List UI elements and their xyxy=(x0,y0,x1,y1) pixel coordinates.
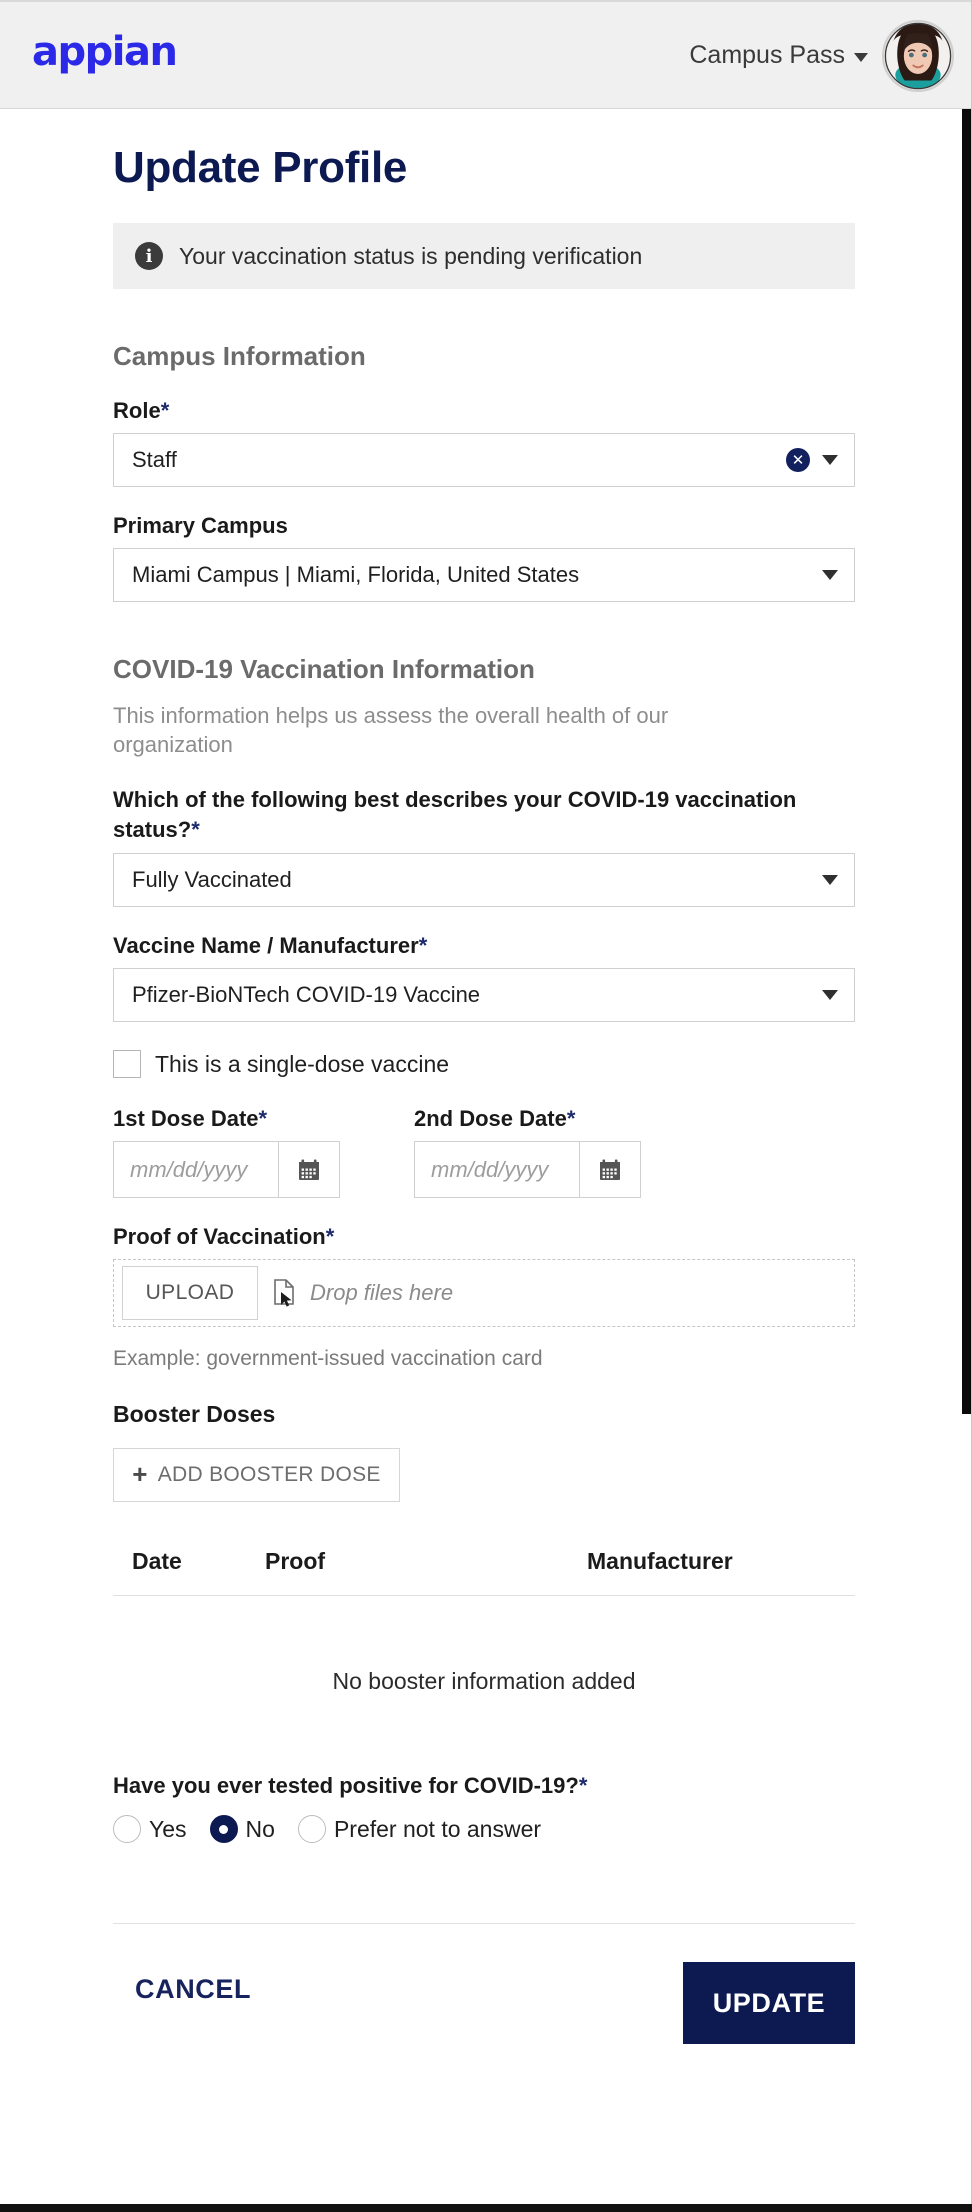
page-title: Update Profile xyxy=(113,143,408,192)
booster-col-date: Date xyxy=(132,1548,182,1575)
vaccination-status-label-text: Which of the following best describes yo… xyxy=(113,787,797,842)
role-value: Staff xyxy=(132,447,177,472)
vaccine-name-required-marker: * xyxy=(418,933,428,959)
role-label-text: Role xyxy=(113,398,161,423)
clear-x-icon[interactable]: ✕ xyxy=(786,448,810,472)
second-dose-date-input[interactable]: mm/dd/yyyy xyxy=(414,1141,579,1199)
calendar-icon xyxy=(299,1159,319,1180)
first-dose-date-input[interactable]: mm/dd/yyyy xyxy=(113,1141,278,1199)
booster-doses-label: Booster Doses xyxy=(113,1401,276,1428)
upload-button[interactable]: UPLOAD xyxy=(122,1266,258,1321)
role-label: Role* xyxy=(113,398,959,424)
drop-hint: Drop files here xyxy=(272,1279,454,1308)
radio-option-yes[interactable]: Yes xyxy=(113,1815,187,1844)
booster-table-header: Date Proof Manufacturer xyxy=(113,1548,855,1597)
file-drop-zone[interactable]: UPLOAD Drop files here xyxy=(113,1259,855,1328)
proof-example-note: Example: government-issued vaccination c… xyxy=(113,1347,543,1371)
tested-positive-label-text: Have you ever tested positive for COVID-… xyxy=(113,1773,579,1799)
chevron-down-icon xyxy=(822,990,838,1001)
single-dose-checkbox[interactable] xyxy=(113,1050,141,1079)
first-dose-date-label-text: 1st Dose Date xyxy=(113,1106,259,1132)
add-booster-dose-label: ADD BOOSTER DOSE xyxy=(157,1463,381,1487)
add-booster-dose-button[interactable]: + ADD BOOSTER DOSE xyxy=(113,1448,400,1503)
booster-col-manufacturer: Manufacturer xyxy=(587,1548,733,1575)
vaccination-status-value: Fully Vaccinated xyxy=(132,867,292,893)
booster-table-empty-message: No booster information added xyxy=(332,1668,636,1695)
drop-files-text: Drop files here xyxy=(310,1280,454,1306)
primary-campus-value: Miami Campus | Miami, Florida, United St… xyxy=(132,562,580,587)
proof-of-vaccination-label-text: Proof of Vaccination xyxy=(113,1224,326,1250)
first-dose-date-group: 1st Dose Date* mm/dd/yyyy xyxy=(113,1106,340,1199)
update-button[interactable]: UPDATE xyxy=(683,1962,855,2045)
vaccine-name-label-text: Vaccine Name / Manufacturer xyxy=(113,933,419,959)
vaccine-name-dropdown[interactable]: Pfizer-BioNTech COVID-19 Vaccine xyxy=(113,968,855,1023)
avatar[interactable] xyxy=(882,19,954,92)
chevron-down-icon xyxy=(822,875,838,886)
appian-logo[interactable]: appian xyxy=(32,32,178,72)
vaccination-status-dropdown[interactable]: Fully Vaccinated xyxy=(113,853,855,908)
single-dose-label: This is a single-dose vaccine xyxy=(155,1050,450,1077)
dose-dates-row: 1st Dose Date* mm/dd/yyyy 2nd Dose Date*… xyxy=(113,1106,959,1199)
tested-positive-label: Have you ever tested positive for COVID-… xyxy=(113,1773,959,1799)
radio-yes-input[interactable] xyxy=(113,1815,141,1844)
tested-positive-required-marker: * xyxy=(578,1773,588,1799)
chevron-down-icon xyxy=(822,570,838,580)
app-header: appian Campus Pass xyxy=(0,2,972,109)
footer-divider xyxy=(113,1923,855,1925)
second-dose-date-label-text: 2nd Dose Date xyxy=(414,1106,567,1132)
app-menu-label: Campus Pass xyxy=(689,41,845,69)
cancel-button[interactable]: CANCEL xyxy=(135,1974,251,2005)
vertical-scrollbar-thumb[interactable] xyxy=(962,109,971,1414)
proof-of-vaccination-label: Proof of Vaccination* xyxy=(113,1224,959,1250)
form-content: Update Profile i Your vaccination status… xyxy=(0,109,959,2045)
radio-prefer-not-label: Prefer not to answer xyxy=(333,1815,542,1842)
app-window: appian Campus Pass Update Profile i Your… xyxy=(0,0,972,2212)
plus-icon: + xyxy=(132,1459,148,1490)
vaccination-status-label: Which of the following best describes yo… xyxy=(113,785,813,844)
vaccination-status-required-marker: * xyxy=(191,816,200,842)
vaccine-name-label: Vaccine Name / Manufacturer* xyxy=(113,933,959,959)
second-dose-required-marker: * xyxy=(566,1106,576,1132)
radio-no-label: No xyxy=(245,1815,275,1842)
app-menu-button[interactable]: Campus Pass xyxy=(689,41,868,70)
role-dropdown[interactable]: Staff ✕ xyxy=(113,433,855,487)
radio-option-prefer-not-to-answer[interactable]: Prefer not to answer xyxy=(297,1815,542,1844)
tested-positive-radio-group: Yes No Prefer not to answer xyxy=(113,1815,959,1844)
status-banner: i Your vaccination status is pending ver… xyxy=(113,223,855,289)
second-dose-date-label: 2nd Dose Date* xyxy=(414,1106,641,1132)
booster-col-proof: Proof xyxy=(265,1548,326,1575)
radio-yes-label: Yes xyxy=(149,1815,187,1842)
campus-information-heading: Campus Information xyxy=(113,341,366,371)
header-right-group: Campus Pass xyxy=(689,2,954,109)
radio-option-no[interactable]: No xyxy=(209,1815,275,1844)
second-dose-date-group: 2nd Dose Date* mm/dd/yyyy xyxy=(414,1106,641,1199)
vaccine-name-value: Pfizer-BioNTech COVID-19 Vaccine xyxy=(132,982,481,1008)
first-dose-date-label: 1st Dose Date* xyxy=(113,1106,340,1132)
chevron-down-icon xyxy=(854,53,868,62)
chevron-down-icon xyxy=(822,455,838,465)
primary-campus-dropdown[interactable]: Miami Campus | Miami, Florida, United St… xyxy=(113,548,855,602)
role-required-marker: * xyxy=(160,398,170,423)
status-banner-message: Your vaccination status is pending verif… xyxy=(179,242,643,269)
second-dose-calendar-button[interactable] xyxy=(579,1141,641,1199)
primary-campus-label: Primary Campus xyxy=(113,513,288,538)
radio-no-input[interactable] xyxy=(209,1815,238,1844)
covid-information-heading: COVID-19 Vaccination Information xyxy=(113,654,535,684)
file-upload-icon xyxy=(274,1279,294,1308)
single-dose-checkbox-row[interactable]: This is a single-dose vaccine xyxy=(113,1050,959,1079)
calendar-icon xyxy=(600,1159,620,1180)
proof-required-marker: * xyxy=(325,1224,335,1250)
first-dose-required-marker: * xyxy=(258,1106,268,1132)
avatar-image xyxy=(884,22,952,89)
booster-table: Date Proof Manufacturer No booster infor… xyxy=(113,1548,855,1695)
footer-actions: CANCEL UPDATE xyxy=(0,1962,959,2045)
window-bottom-bar xyxy=(0,2204,972,2212)
first-dose-calendar-button[interactable] xyxy=(278,1141,340,1199)
radio-prefer-not-input[interactable] xyxy=(297,1815,326,1844)
covid-information-subtext: This information helps us assess the ove… xyxy=(113,703,669,758)
info-icon: i xyxy=(135,242,163,270)
